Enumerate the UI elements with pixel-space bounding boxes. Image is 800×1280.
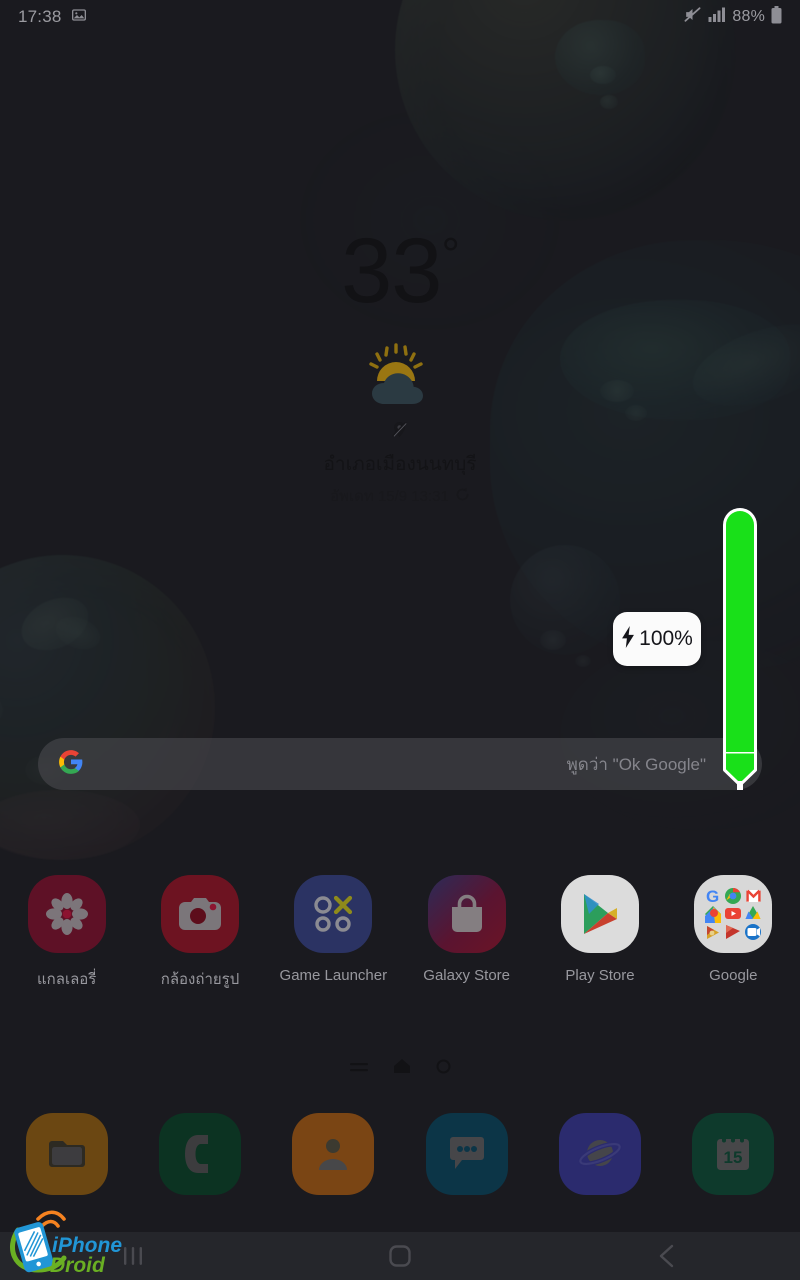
galaxy-store-icon[interactable]: [427, 875, 506, 953]
watermark-line2: Droid: [50, 1254, 106, 1276]
app-label: Galaxy Store: [423, 967, 511, 984]
temperature-value: 33: [341, 220, 442, 322]
app-google-folder[interactable]: G Google: [667, 875, 800, 991]
page-indicator: [0, 1058, 800, 1079]
samsung-internet-icon[interactable]: [558, 1113, 641, 1195]
duo-icon: [745, 924, 762, 940]
dock-item-contacts[interactable]: [267, 1113, 400, 1195]
dock: 15: [0, 1113, 800, 1195]
sun-behind-cloud-icon: [357, 343, 443, 405]
lightning-bolt-icon: [621, 625, 635, 653]
status-bar: 17:38 88%: [0, 0, 800, 34]
spen-battery-badge: 100%: [613, 612, 701, 666]
game-launcher-icon[interactable]: [294, 875, 373, 953]
search-hint-label: พูดว่า "Ok Google": [566, 754, 706, 774]
play-music-icon: [707, 926, 720, 939]
app-grid: แกลเลอรี่ กล้องถ่ายรูป Game Launcher Gal…: [0, 875, 800, 991]
app-gallery[interactable]: แกลเลอรี่: [0, 875, 133, 991]
google-g-icon[interactable]: [58, 749, 84, 780]
battery-percent-label: 88%: [732, 8, 765, 25]
weather-widget[interactable]: 33 ° อำเภอเมืองนนทบุรี อัพเดท 15/9 13:31: [0, 225, 800, 508]
spen-battery-percent: 100%: [639, 627, 693, 650]
messages-icon[interactable]: [425, 1113, 508, 1195]
app-galaxy-store[interactable]: Galaxy Store: [400, 875, 533, 991]
circle-page-icon[interactable]: [436, 1059, 451, 1079]
dock-item-phone[interactable]: [133, 1113, 266, 1195]
weather-location-row: อำเภอเมืองนนทบุรี อัพเดท 15/9 13:31: [323, 421, 477, 508]
app-label: Play Store: [565, 967, 635, 984]
back-button[interactable]: [607, 1244, 727, 1268]
app-label: กล้องถ่ายรูป: [160, 971, 240, 988]
my-files-icon[interactable]: [25, 1113, 108, 1195]
chrome-icon: [725, 888, 742, 904]
degree-symbol: °: [441, 228, 459, 280]
play-movies-icon: [726, 925, 741, 939]
svg-text:G: G: [706, 887, 719, 906]
dock-item-my-files[interactable]: [0, 1113, 133, 1195]
status-bar-clock: 17:38: [18, 7, 62, 26]
location-off-icon: [392, 421, 408, 443]
phone-icon[interactable]: [158, 1113, 241, 1195]
google-search-bar[interactable]: พูดว่า "Ok Google": [38, 738, 762, 790]
app-play-store[interactable]: Play Store: [533, 875, 666, 991]
status-bar-right: 88%: [683, 5, 782, 29]
weather-location-label: อำเภอเมืองนนทบุรี: [323, 454, 477, 475]
maps-icon: [705, 906, 722, 923]
gmail-icon: [746, 889, 761, 902]
dock-item-calendar[interactable]: 15: [667, 1113, 800, 1195]
spen-battery-indicator: [723, 508, 757, 790]
app-game-launcher[interactable]: Game Launcher: [267, 875, 400, 991]
weather-temperature: 33 °: [341, 220, 460, 322]
spen-body: [723, 508, 757, 766]
weather-updated-label: อัพเดท 15/9 13:31: [330, 488, 449, 505]
app-label: Game Launcher: [279, 967, 388, 984]
drive-icon: [745, 906, 761, 919]
camera-icon[interactable]: [160, 875, 239, 953]
signal-bars-icon: [708, 7, 726, 27]
calendar-day-label: 15: [724, 1148, 743, 1167]
calendar-icon[interactable]: 15: [692, 1113, 775, 1195]
contacts-icon[interactable]: [292, 1113, 375, 1195]
image-notification-icon: [71, 7, 87, 28]
home-page-icon[interactable]: [393, 1058, 411, 1079]
google-icon: G: [706, 887, 719, 906]
list-page-icon[interactable]: [349, 1060, 368, 1078]
gallery-icon[interactable]: [27, 875, 106, 953]
app-label: Google: [709, 967, 758, 984]
status-bar-left: 17:38: [18, 7, 87, 28]
weather-updated-row: อัพเดท 15/9 13:31: [330, 484, 470, 508]
google-folder-icon[interactable]: G: [694, 875, 773, 953]
refresh-icon[interactable]: [455, 487, 470, 506]
youtube-icon: [725, 908, 742, 919]
dock-item-samsung-internet[interactable]: [533, 1113, 666, 1195]
spen-tip: [723, 750, 757, 792]
battery-icon: [771, 5, 782, 29]
iphonedroid-watermark: iPhone Droid: [8, 1208, 138, 1277]
mute-icon: [683, 5, 702, 29]
app-camera[interactable]: กล้องถ่ายรูป: [133, 875, 266, 991]
app-label: แกลเลอรี่: [37, 971, 97, 988]
dock-item-messages[interactable]: [400, 1113, 533, 1195]
play-store-icon[interactable]: [560, 875, 639, 953]
home-button[interactable]: [340, 1244, 460, 1268]
